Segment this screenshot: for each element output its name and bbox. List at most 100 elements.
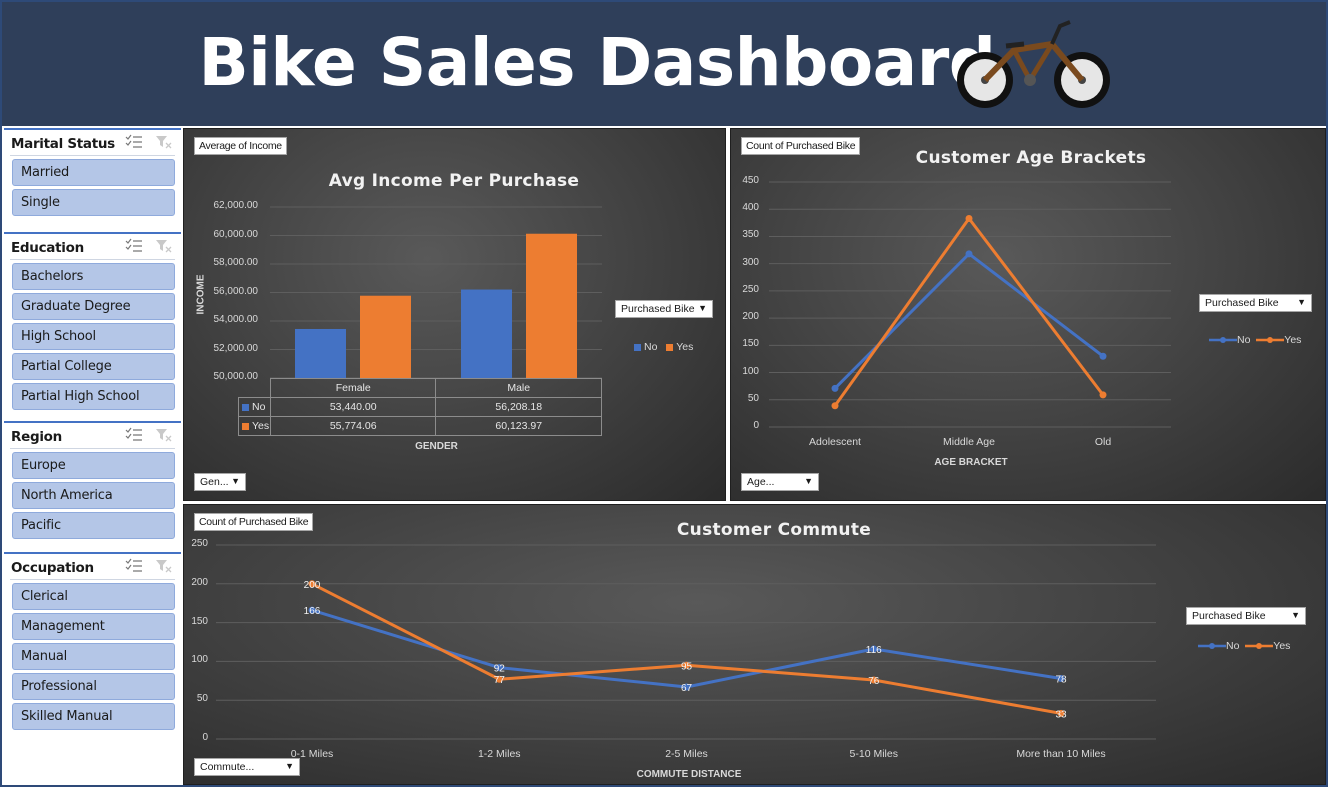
bar-no-female	[295, 328, 346, 378]
x-tick-label: 5-10 Miles	[849, 748, 898, 760]
slicer-item-bachelors[interactable]: Bachelors	[12, 263, 175, 290]
y-tick-label: 56,000.00	[213, 285, 259, 297]
y-tick-label: 50	[196, 693, 208, 705]
x-axis-label: COMMUTE DISTANCE	[636, 769, 742, 780]
legend-label-yes: Yes	[676, 341, 694, 353]
slicer-item-married[interactable]: Married	[12, 159, 175, 186]
legend-label-no: No	[644, 341, 658, 353]
table-header-male: Male	[435, 378, 602, 398]
dashboard-header: Bike Sales Dashboard	[2, 2, 1326, 126]
slicer-panel: Marital Status Married Single Education …	[2, 126, 181, 785]
y-tick-label: 250	[742, 283, 759, 295]
axis-filter-dropdown-gender[interactable]: Gen... ▼	[194, 473, 246, 491]
data-point-yes	[831, 402, 839, 410]
data-label-yes: 77	[494, 675, 506, 686]
x-axis-label: AGE BRACKET	[934, 457, 1008, 468]
legend-label-no: No	[1226, 640, 1240, 652]
slicer-title: Region	[11, 429, 62, 445]
table-row-label-no: No	[252, 401, 266, 413]
y-tick-label: 100	[742, 365, 759, 377]
commute-chart-panel: Count of Purchased Bike Customer Commute…	[183, 504, 1326, 785]
x-tick-label: Adolescent	[809, 436, 861, 448]
slicer-item-professional[interactable]: Professional	[12, 673, 175, 700]
y-tick-label: 0	[753, 420, 759, 431]
y-tick-label: 450	[742, 175, 759, 186]
slicer-marital-status: Marital Status Married Single	[4, 128, 181, 216]
table-header-female: Female	[269, 378, 437, 398]
data-label-no: 92	[494, 664, 506, 675]
slicer-item-manual[interactable]: Manual	[12, 643, 175, 670]
series-line-no	[833, 252, 1104, 390]
multi-select-icon[interactable]	[125, 427, 143, 443]
slicer-item-pacific[interactable]: Pacific	[12, 512, 175, 539]
data-label-no: 67	[681, 683, 693, 694]
slicer-item-graduate-degree[interactable]: Graduate Degree	[12, 293, 175, 320]
multi-select-icon[interactable]	[125, 558, 143, 574]
data-label-no: 166	[304, 606, 321, 617]
legend-filter-dropdown[interactable]: Purchased Bike ▼	[1199, 294, 1312, 312]
clear-filter-icon[interactable]	[154, 238, 172, 254]
commute-line-plot: 166 92 67 116 78 200 77 95 76 33	[216, 544, 1156, 740]
legend-line-yes	[1256, 337, 1285, 344]
slicer-item-high-school[interactable]: High School	[12, 323, 175, 350]
data-point-yes	[965, 214, 973, 222]
slicer-item-partial-high-school[interactable]: Partial High School	[12, 383, 175, 410]
axis-filter-dropdown-age[interactable]: Age... ▼	[741, 473, 819, 491]
y-tick-label: 50	[747, 392, 759, 404]
slicer-region: Region Europe North America Pacific	[4, 421, 181, 539]
y-tick-label: 200	[191, 576, 208, 588]
clear-filter-icon[interactable]	[154, 134, 172, 150]
legend-filter-dropdown[interactable]: Purchased Bike ▼	[1186, 607, 1306, 625]
data-label-yes: 200	[304, 580, 321, 591]
table-cell: 60,123.97	[435, 416, 602, 436]
y-tick-label: 150	[191, 615, 208, 627]
clear-filter-icon[interactable]	[154, 558, 172, 574]
slicer-occupation: Occupation Clerical Management Manual Pr…	[4, 552, 181, 730]
table-cell: 53,440.00	[269, 397, 437, 417]
data-table: Female Male No 53,440.00 56,208.18 Yes 5…	[238, 378, 602, 436]
y-tick-label: 350	[742, 229, 759, 241]
data-point-no	[1099, 352, 1107, 360]
data-label-yes: 76	[868, 676, 880, 687]
chart-legend: No Yes	[1209, 334, 1301, 346]
x-axis-label: GENDER	[415, 441, 458, 452]
table-cell: 56,208.18	[435, 397, 602, 417]
slicer-item-management[interactable]: Management	[12, 613, 175, 640]
chart-legend: No Yes	[1198, 640, 1290, 652]
slicer-item-skilled-manual[interactable]: Skilled Manual	[12, 703, 175, 730]
multi-select-icon[interactable]	[125, 134, 143, 150]
y-tick-label: 400	[742, 202, 759, 214]
x-tick-label: 2-5 Miles	[665, 748, 708, 760]
y-tick-label: 50,000.00	[213, 371, 259, 382]
y-tick-label: 150	[742, 338, 759, 350]
slicer-item-europe[interactable]: Europe	[12, 452, 175, 479]
slicer-item-partial-college[interactable]: Partial College	[12, 353, 175, 380]
clear-filter-icon[interactable]	[154, 427, 172, 443]
y-tick-label: 100	[191, 654, 208, 666]
slicer-item-clerical[interactable]: Clerical	[12, 583, 175, 610]
income-chart-panel: Average of Income Avg Income Per Purchas…	[183, 128, 726, 501]
slicer-title: Occupation	[11, 560, 94, 576]
data-point-no	[965, 250, 973, 258]
y-tick-label: 0	[202, 732, 208, 743]
x-tick-label: Middle Age	[943, 436, 995, 448]
legend-filter-dropdown[interactable]: Purchased Bike ▼	[615, 300, 713, 318]
bar-yes-female	[360, 295, 411, 378]
multi-select-icon[interactable]	[125, 238, 143, 254]
slicer-title: Education	[11, 240, 84, 256]
y-tick-label: 200	[742, 311, 759, 323]
y-tick-label: 58,000.00	[213, 257, 259, 268]
legend-line-no	[1198, 643, 1226, 650]
x-tick-label: 1-2 Miles	[477, 748, 521, 760]
legend-label-yes: Yes	[1273, 640, 1291, 652]
series-line-no	[311, 608, 1062, 689]
data-label-yes: 95	[681, 661, 693, 672]
y-tick-label: 54,000.00	[213, 314, 259, 325]
y-tick-label: 52,000.00	[213, 342, 259, 354]
table-cell: 55,774.06	[269, 416, 437, 436]
axis-filter-dropdown-commute[interactable]: Commute... ▼	[194, 758, 300, 776]
slicer-item-north-america[interactable]: North America	[12, 482, 175, 509]
legend-label-yes: Yes	[1284, 334, 1302, 346]
data-label-yes: 33	[1055, 709, 1067, 720]
slicer-item-single[interactable]: Single	[12, 189, 175, 216]
